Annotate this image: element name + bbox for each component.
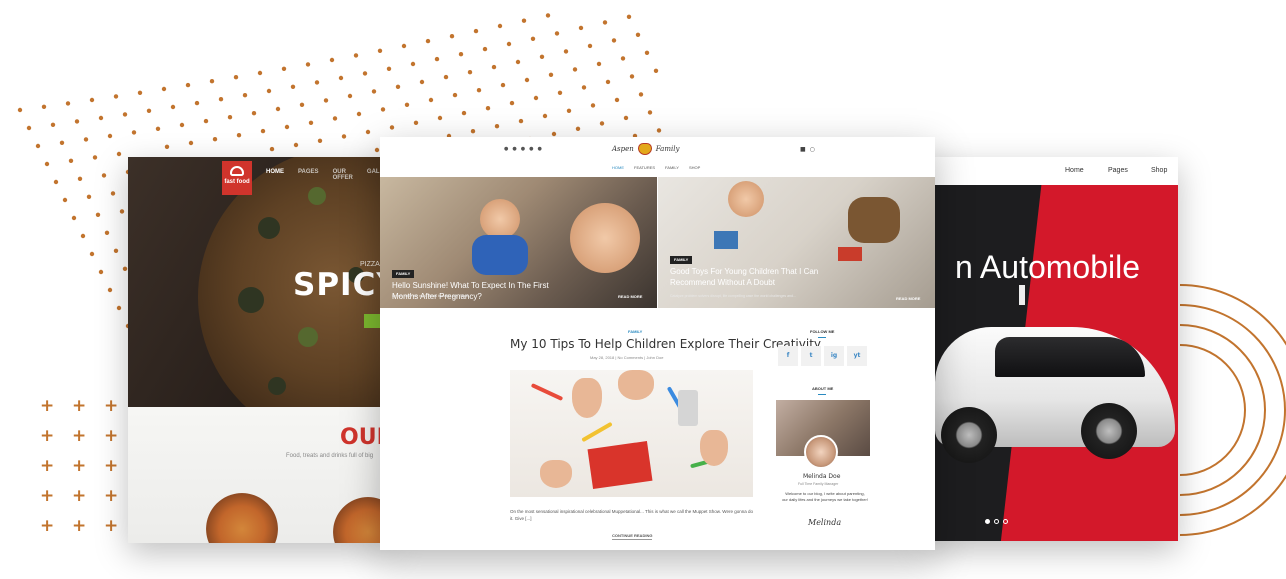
nav-item-family[interactable]: FAMILY — [665, 166, 679, 170]
blog-mockup: ● ● ● ● ● Aspen Family ■ ○ HOME FEATURES… — [380, 137, 935, 550]
child-photo — [728, 181, 764, 217]
author-name: Melinda Doe — [803, 473, 841, 480]
author-role: Full Time Family Manager — [798, 482, 839, 486]
featured-post-1[interactable]: FAMILY Hello Sunshine! What To Expect In… — [380, 177, 657, 308]
blog-nav: HOME FEATURES FAMILY SHOP — [612, 166, 700, 170]
twitter-button[interactable]: t — [801, 346, 821, 366]
mother-photo — [570, 203, 640, 273]
read-more-link[interactable]: READ MORE — [896, 297, 920, 301]
featured-post-2[interactable]: FAMILY Good Toys For Young Children That… — [658, 177, 935, 308]
cart-icon[interactable]: ■ — [800, 147, 806, 153]
read-more-link[interactable]: READ MORE — [618, 295, 642, 299]
car-window — [995, 337, 1145, 377]
nav-item-pages[interactable]: Pages — [1108, 167, 1128, 174]
baby-photo — [480, 199, 520, 239]
fastfood-mockup: fast food HOME PAGES OUR OFFER GALLERIES… — [128, 157, 392, 543]
post-category-badge[interactable]: FAMILY — [392, 270, 415, 278]
pencil-cup — [678, 390, 698, 426]
follow-heading: FOLLOW ME — [810, 329, 835, 334]
nav-item-pages[interactable]: PAGES — [298, 169, 319, 181]
nav-item-shop[interactable]: SHOP — [689, 166, 700, 170]
post-excerpt: Catalyze problem solvers disrupt, life c… — [670, 294, 796, 298]
automobile-nav: Home Pages Shop — [925, 157, 1178, 185]
heading-underline — [818, 337, 826, 338]
brand-left-text: Aspen — [612, 144, 634, 153]
slider-pagination — [985, 519, 1008, 524]
red-paper — [587, 441, 653, 489]
blog-logo[interactable]: Aspen Family — [612, 143, 679, 155]
facebook-icon[interactable]: ● — [512, 147, 516, 152]
toy-block — [838, 247, 862, 261]
nav-item-home[interactable]: Home — [1065, 167, 1084, 174]
pinterest-icon[interactable]: ● — [529, 147, 533, 152]
fastfood-hero: fast food HOME PAGES OUR OFFER GALLERIES… — [128, 157, 392, 447]
twitter-icon[interactable]: ● — [504, 147, 508, 152]
nav-item-home[interactable]: HOME — [612, 166, 624, 170]
header-social-icons: ● ● ● ● ● — [504, 147, 542, 152]
post-category-badge[interactable]: FAMILY — [670, 256, 693, 264]
google-plus-icon[interactable]: ● — [521, 147, 525, 152]
toy-block — [714, 231, 738, 249]
heading-underline — [818, 394, 826, 395]
fastfood-logo-text: fast food — [224, 179, 250, 185]
post-meta: May 28, 2018 | No Comments | John Doe — [590, 355, 664, 360]
slider-dot[interactable] — [985, 519, 990, 524]
nav-item-our-offer[interactable]: OUR OFFER — [333, 169, 353, 181]
author-avatar — [804, 435, 838, 469]
slider-dot[interactable] — [1003, 519, 1008, 524]
car-wheel — [1081, 403, 1137, 459]
search-icon[interactable]: ○ — [810, 147, 815, 153]
acorn-logo-icon — [637, 143, 652, 155]
fastfood-nav: HOME PAGES OUR OFFER GALLERIES — [266, 169, 392, 181]
slider-dot[interactable] — [994, 519, 999, 524]
nav-item-home[interactable]: HOME — [266, 169, 284, 181]
toy-basket — [848, 197, 900, 243]
about-heading: ABOUT ME — [812, 386, 834, 391]
facebook-button[interactable]: f — [778, 346, 798, 366]
blog-header: ● ● ● ● ● Aspen Family ■ ○ HOME FEATURES… — [380, 137, 935, 177]
author-bio: Welcome to our blog, I write about paren… — [782, 491, 868, 502]
post-category[interactable]: FAMILY — [628, 330, 642, 334]
hero-title: SPICY S — [293, 267, 392, 303]
post-title[interactable]: My 10 Tips To Help Children Explore Thei… — [510, 338, 821, 350]
author-signature: Melinda — [808, 518, 842, 527]
brand-right-text: Family — [655, 144, 680, 153]
post-excerpt: So lets make the most of this beautiful … — [392, 294, 472, 298]
post-excerpt: On the most sensational inspirational ce… — [510, 509, 753, 521]
continue-reading-link[interactable]: CONTINUE READING — [612, 534, 653, 540]
instagram-icon[interactable]: ● — [538, 147, 542, 152]
section-tagline: Food, treats and drinks full of big — [286, 453, 374, 459]
fastfood-logo[interactable]: fast food — [222, 161, 252, 195]
superhero-shirt — [472, 235, 528, 275]
youtube-button[interactable]: yt — [847, 346, 867, 366]
header-actions: ■ ○ — [800, 147, 815, 153]
burger-icon — [230, 166, 244, 176]
car-wheel — [941, 407, 997, 463]
nav-item-features[interactable]: FEATURES — [634, 166, 655, 170]
nav-item-shop[interactable]: Shop — [1151, 167, 1167, 174]
car-roof-sensor — [1019, 285, 1025, 305]
decorative-plus-grid: + + + + + + + + + + + + + + + — [40, 396, 119, 536]
instagram-button[interactable]: ig — [824, 346, 844, 366]
automobile-mockup: Home Pages Shop n Automobile — [925, 157, 1178, 541]
post-featured-image[interactable] — [510, 370, 753, 497]
hero-title: n Automobile — [955, 249, 1141, 285]
post-title[interactable]: Hello Sunshine! What To Expect In The Fi… — [392, 280, 572, 302]
post-title[interactable]: Good Toys For Young Children That I Can … — [670, 266, 850, 288]
